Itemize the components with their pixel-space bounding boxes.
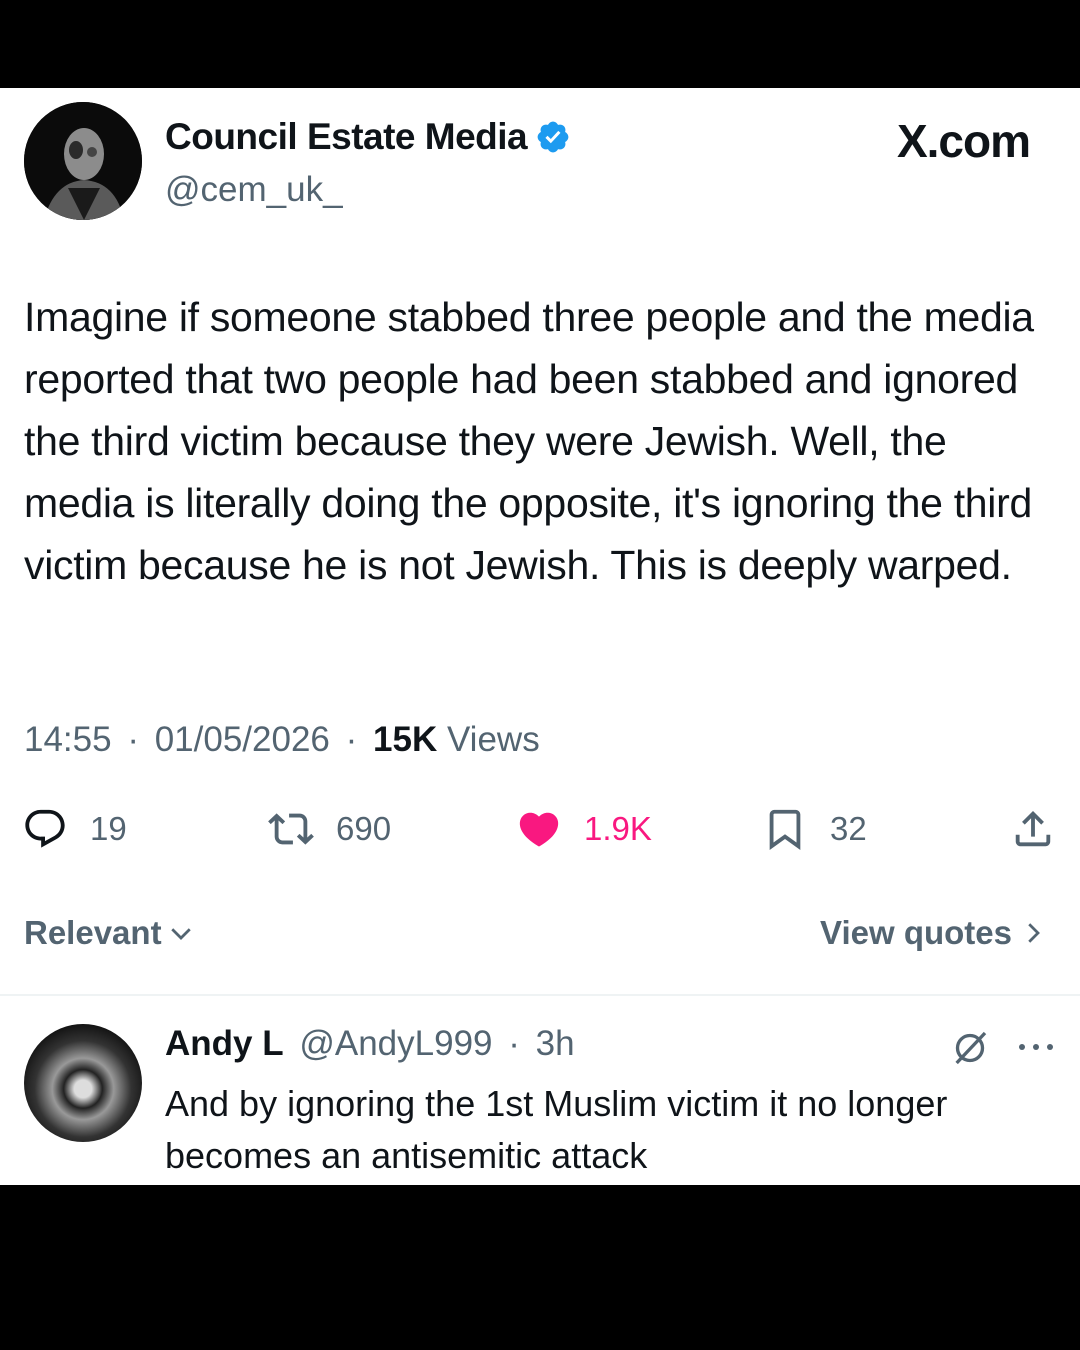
bookmark-icon xyxy=(769,809,801,850)
repost-icon xyxy=(268,813,314,845)
reply-author-name[interactable]: Andy L xyxy=(165,1024,284,1063)
divider xyxy=(0,994,1080,996)
post-text: Imagine if someone stabbed three people … xyxy=(24,294,1034,588)
verified-badge-icon xyxy=(537,121,569,153)
post-date[interactable]: 01/05/2026 xyxy=(155,720,330,759)
reply-author-handle[interactable]: @AndyL999 xyxy=(299,1024,492,1063)
reply-icon xyxy=(25,809,65,848)
share-button[interactable] xyxy=(1010,806,1056,852)
chevron-down-icon xyxy=(170,928,191,940)
repost-count: 690 xyxy=(336,810,392,847)
chevron-right-icon xyxy=(1028,923,1040,943)
view-quotes-label: View quotes xyxy=(820,914,1012,951)
reply-count: 19 xyxy=(90,810,127,847)
view-quotes-link[interactable]: View quotes xyxy=(820,914,1048,952)
site-label: X.com xyxy=(896,115,1031,167)
reply-text: And by ignoring the 1st Muslim victim it… xyxy=(165,1083,948,1176)
like-count: 1.9K xyxy=(584,810,652,847)
views-label: Views xyxy=(446,720,540,759)
post-meta: 14:55 · 01/05/2026 · 15K Views xyxy=(24,720,540,760)
post-time[interactable]: 14:55 xyxy=(24,720,112,759)
like-button[interactable]: 1.9K xyxy=(516,806,652,852)
views-count: 15K xyxy=(373,720,438,759)
meta-separator: · xyxy=(345,720,358,759)
bookmark-button[interactable]: 32 xyxy=(762,806,867,852)
reply-button[interactable]: 19 xyxy=(22,806,127,852)
post-card: Council Estate Media @cem_uk_ X.com Imag… xyxy=(0,88,1080,1185)
meta-separator: · xyxy=(127,720,139,759)
author-name[interactable]: Council Estate Media xyxy=(165,116,528,158)
reply-separator: · xyxy=(508,1024,520,1063)
author-avatar[interactable] xyxy=(24,102,142,220)
reply-sort-dropdown[interactable]: Relevant xyxy=(24,914,196,952)
share-icon xyxy=(1015,810,1051,847)
more-icon[interactable] xyxy=(1016,1040,1056,1054)
grok-icon[interactable] xyxy=(950,1028,990,1068)
repost-button[interactable]: 690 xyxy=(268,806,391,852)
reply-avatar[interactable] xyxy=(24,1024,142,1142)
reply-time[interactable]: 3h xyxy=(536,1024,575,1063)
sort-label: Relevant xyxy=(24,914,162,951)
heart-icon xyxy=(519,812,559,847)
reply-header: Andy L @AndyL999 · 3h xyxy=(165,1024,575,1064)
author-name-row[interactable]: Council Estate Media xyxy=(165,116,571,158)
author-handle[interactable]: @cem_uk_ xyxy=(165,170,343,210)
bookmark-count: 32 xyxy=(830,810,867,847)
